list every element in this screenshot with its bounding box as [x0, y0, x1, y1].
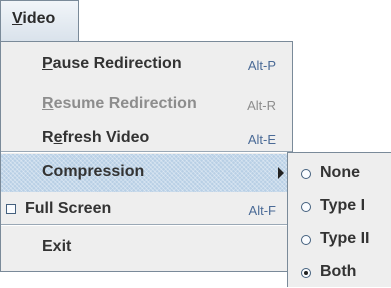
menu-item-refresh-video[interactable]: Refresh Video Alt-E [1, 119, 292, 159]
compression-submenu: None Type I Type II Both [287, 152, 391, 287]
menu-item-label: Resume Redirection [42, 95, 197, 112]
radio-option-label: Type I [320, 197, 366, 214]
menu-item-label: Exit [42, 238, 72, 255]
radio-option-label: Both [320, 263, 357, 280]
menu-separator [1, 224, 292, 226]
radio-option-both[interactable]: Both [288, 256, 391, 288]
shortcut-label: Alt-E [247, 132, 276, 147]
menu-item-pause-redirection[interactable]: Pause Redirection Alt-P [1, 45, 292, 85]
menu-item-label: Compression [42, 163, 145, 180]
radio-option-none[interactable]: None [288, 157, 391, 189]
menu-item-label: Pause Redirection [42, 55, 182, 72]
radio-button-icon[interactable] [301, 202, 311, 212]
menu-item-exit[interactable]: Exit [1, 228, 292, 268]
menu-item-compression[interactable]: Compression [1, 154, 292, 192]
shortcut-label: Alt-F [248, 203, 276, 218]
menu-item-label: Full Screen [25, 200, 112, 217]
menu-item-label: Refresh Video [42, 129, 150, 146]
shortcut-label: Alt-R [247, 98, 276, 113]
menu-video-label: Video [12, 10, 56, 27]
radio-option-label: Type II [320, 230, 370, 247]
radio-option-type-ii[interactable]: Type II [288, 223, 391, 255]
radio-button-icon[interactable] [301, 235, 311, 245]
radio-button-checked-icon[interactable] [301, 268, 311, 278]
radio-option-label: None [320, 164, 360, 181]
checkbox-icon[interactable] [6, 204, 16, 214]
radio-button-icon[interactable] [301, 169, 311, 179]
menu-separator [1, 151, 292, 153]
shortcut-label: Alt-P [247, 58, 276, 73]
submenu-arrow-icon [278, 167, 284, 179]
video-dropdown-menu: Pause Redirection Alt-P Resume Redirecti… [0, 41, 293, 272]
menu-video[interactable]: Video [0, 0, 79, 42]
radio-option-type-i[interactable]: Type I [288, 190, 391, 222]
